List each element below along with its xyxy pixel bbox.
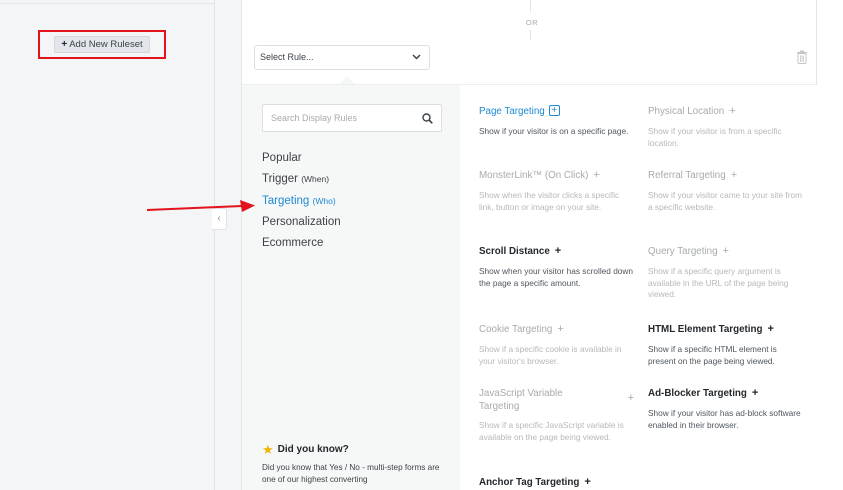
left-panel-top-border <box>0 0 215 4</box>
chevron-down-icon <box>412 46 421 77</box>
rule-javascript-variable-targeting[interactable]: JavaScript Variable Targeting + Show if a… <box>479 387 634 443</box>
select-rule-value: Select Rule... <box>260 52 314 62</box>
rule-title: JavaScript Variable Targeting + <box>479 387 634 413</box>
select-rule-dropdown[interactable]: Select Rule... <box>254 45 430 70</box>
add-ruleset-highlight: + Add New Ruleset <box>38 30 166 59</box>
category-label: Trigger <box>262 173 298 185</box>
category-ecommerce[interactable]: Ecommerce <box>262 237 323 249</box>
rule-ad-blocker-targeting[interactable]: Ad-Blocker Targeting + Show if your visit… <box>648 387 803 431</box>
or-connector-top <box>530 0 531 12</box>
category-label: Personalization <box>262 216 341 228</box>
rule-description: Show if a specific JavaScript variable i… <box>479 420 624 442</box>
rule-query-targeting[interactable]: Query Targeting + Show if a specific quer… <box>648 245 803 301</box>
rule-title: Scroll Distance + <box>479 245 634 258</box>
center-gutter <box>215 0 241 490</box>
rule-referral-targeting[interactable]: Referral Targeting + Show if your visitor… <box>648 169 803 213</box>
did-you-know-box: ★ Did you know? Did you know that Yes / … <box>262 443 452 486</box>
add-new-ruleset-button[interactable]: + Add New Ruleset <box>54 36 150 53</box>
or-connector-bottom <box>530 30 531 40</box>
or-separator-label: OR <box>525 18 539 27</box>
display-rules-dropdown: Popular Trigger (When) Targeting (Who) P… <box>242 84 818 490</box>
rule-anchor-tag-targeting[interactable]: Anchor Tag Targeting + <box>479 476 634 489</box>
trash-icon[interactable] <box>796 50 808 64</box>
add-rule-icon[interactable]: + <box>593 169 599 181</box>
add-new-ruleset-label: Add New Ruleset <box>69 39 143 50</box>
rule-cookie-targeting[interactable]: Cookie Targeting + Show if a specific coo… <box>479 323 634 367</box>
rule-description: Show if your visitor is on a specific pa… <box>479 126 629 136</box>
rule-title-text: Scroll Distance <box>479 246 550 257</box>
rule-scroll-distance[interactable]: Scroll Distance + Show when your visitor … <box>479 245 634 289</box>
category-trigger[interactable]: Trigger (When) <box>262 173 329 185</box>
did-you-know-text: Did you know that Yes / No - multi-step … <box>262 463 440 484</box>
rule-title-text: Physical Location <box>648 106 725 117</box>
annotation-arrow <box>147 200 255 212</box>
add-rule-icon[interactable]: + <box>548 105 560 116</box>
search-display-rules-box <box>262 104 442 132</box>
add-rule-icon[interactable]: + <box>628 392 634 404</box>
add-rule-icon[interactable]: + <box>731 169 737 181</box>
add-rule-icon[interactable]: + <box>584 476 590 488</box>
category-sublabel: (When) <box>301 174 330 184</box>
rule-title: Ad-Blocker Targeting + <box>648 387 803 400</box>
rule-title: Physical Location + <box>648 105 803 118</box>
rule-title-text: Cookie Targeting <box>479 324 553 335</box>
category-label: Ecommerce <box>262 237 324 249</box>
rule-description: Show when your visitor has scrolled down… <box>479 266 634 288</box>
rule-physical-location[interactable]: Physical Location + Show if your visitor … <box>648 105 803 149</box>
rule-title: Cookie Targeting + <box>479 323 634 336</box>
add-rule-icon[interactable]: + <box>557 323 563 335</box>
did-you-know-title: ★ Did you know? <box>262 443 452 456</box>
rule-title: Page Targeting + <box>479 105 634 118</box>
add-rule-icon[interactable]: + <box>723 245 729 257</box>
rule-title-text: Query Targeting <box>648 246 718 257</box>
rule-title: Referral Targeting + <box>648 169 803 182</box>
rule-description: Show if a specific HTML element is prese… <box>648 344 777 366</box>
category-label: Popular <box>262 152 302 164</box>
add-rule-icon[interactable]: + <box>729 105 735 117</box>
rule-title: Anchor Tag Targeting + <box>479 476 634 489</box>
category-label: Targeting <box>262 195 310 207</box>
rule-page-targeting[interactable]: Page Targeting + Show if your visitor is … <box>479 105 634 138</box>
rules-grid: Page Targeting + Show if your visitor is … <box>460 85 818 490</box>
rule-title-text: MonsterLink™ (On Click) <box>479 170 589 181</box>
rule-description: Show if your visitor has ad-block softwa… <box>648 408 801 430</box>
rule-title-text: Ad-Blocker Targeting <box>648 388 747 399</box>
add-rule-icon[interactable]: + <box>768 323 774 335</box>
rule-description: Show if your visitor is from a specific … <box>648 126 782 148</box>
rules-category-nav: Popular Trigger (When) Targeting (Who) P… <box>242 85 462 490</box>
plus-icon: + <box>61 39 68 50</box>
rule-title-text: Page Targeting <box>479 106 545 117</box>
rule-description: Show if a specific cookie is available i… <box>479 344 622 366</box>
dropdown-notch <box>339 76 355 84</box>
search-icon[interactable] <box>422 113 433 124</box>
add-rule-icon[interactable]: + <box>752 387 758 399</box>
category-targeting[interactable]: Targeting (Who) <box>262 195 336 207</box>
category-personalization[interactable]: Personalization <box>262 216 341 228</box>
rule-title: MonsterLink™ (On Click) + <box>479 169 634 182</box>
rule-description: Show when the visitor clicks a specific … <box>479 190 620 212</box>
category-popular[interactable]: Popular <box>262 152 302 164</box>
add-rule-icon[interactable]: + <box>555 245 561 257</box>
rule-monsterlink[interactable]: MonsterLink™ (On Click) + Show when the v… <box>479 169 634 213</box>
star-icon: ★ <box>262 442 274 457</box>
rule-description: Show if your visitor came to your site f… <box>648 190 803 212</box>
main-panel: OR Select Rule... Popular <box>241 0 818 490</box>
rule-title-text: Referral Targeting <box>648 170 726 181</box>
rule-title-text: Anchor Tag Targeting <box>479 477 580 488</box>
rule-html-element-targeting[interactable]: HTML Element Targeting + Show if a specif… <box>648 323 803 367</box>
rule-title: HTML Element Targeting + <box>648 323 803 336</box>
rule-title-text: HTML Element Targeting <box>648 324 763 335</box>
rule-title: Query Targeting + <box>648 245 803 258</box>
category-sublabel: (Who) <box>312 196 336 206</box>
left-panel: + Add New Ruleset <box>0 0 215 490</box>
rule-title-text: JavaScript Variable Targeting <box>479 388 563 412</box>
did-you-know-heading: Did you know? <box>277 444 349 455</box>
rule-description: Show if a specific query argument is ava… <box>648 266 789 299</box>
search-display-rules-input[interactable] <box>263 105 413 131</box>
